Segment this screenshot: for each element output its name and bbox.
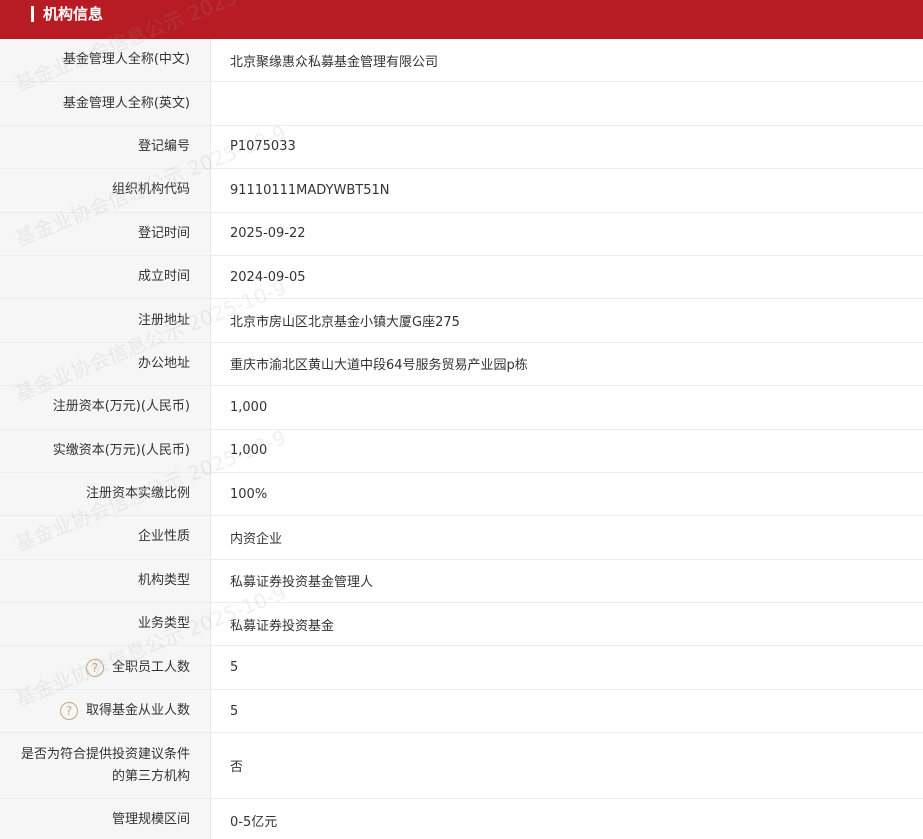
table-row: ? 取得基金从业人数 5: [0, 689, 923, 734]
row-label: 注册资本实缴比例: [0, 472, 211, 516]
row-label: 注册资本(万元)(人民币): [0, 386, 211, 429]
row-value: 1,000: [230, 443, 268, 459]
row-label-text: 全职员工人数: [111, 659, 190, 675]
row-label: 组织机构代码: [0, 169, 211, 212]
row-label: 实缴资本(万元)(人民币): [0, 429, 211, 472]
table-row: 注册资本(万元)(人民币) 1,000: [0, 386, 923, 430]
row-label-with-help: ? 全职员工人数: [0, 646, 211, 689]
row-value: 2024-09-05: [230, 269, 306, 285]
row-label: 办公地址: [0, 342, 211, 386]
table-row: 基金管理人全称(中文) 北京聚缘惠众私募基金管理有限公司: [0, 39, 923, 83]
row-value: 北京市房山区北京基金小镇大厦G座275: [230, 315, 460, 331]
row-label: 登记时间: [0, 212, 211, 255]
row-label: 成立时间: [0, 255, 211, 299]
row-value: 91110111MADYWBT51N: [230, 182, 390, 198]
table-row: ? 全职员工人数 5: [0, 646, 923, 690]
row-label-text: 取得基金从业人数: [85, 703, 190, 719]
question-circle-icon[interactable]: ?: [59, 702, 78, 721]
table-row: 实缴资本(万元)(人民币) 1,000: [0, 429, 923, 473]
row-value: 私募证券投资基金: [230, 618, 335, 634]
row-label: 管理规模区间: [0, 799, 211, 839]
row-value: 0-5亿元: [230, 814, 278, 830]
row-label: 基金管理人全称(英文): [0, 82, 211, 125]
question-circle-icon[interactable]: ?: [85, 658, 104, 677]
info-table: 基金管理人全称(中文) 北京聚缘惠众私募基金管理有限公司 基金管理人全称(英文)…: [0, 39, 923, 839]
row-value: 重庆市渝北区黄山大道中段64号服务贸易产业园p栋: [230, 358, 528, 374]
row-value: 5: [230, 660, 239, 676]
row-value: 5: [230, 703, 239, 719]
table-row: 机构类型 私募证券投资基金管理人: [0, 559, 923, 604]
row-label: 登记编号: [0, 125, 211, 169]
table-row: 注册资本实缴比例 100%: [0, 472, 923, 517]
row-value: 1,000: [230, 399, 268, 415]
table-row: 成立时间 2024-09-05: [0, 255, 923, 300]
row-label: 注册地址: [0, 299, 211, 342]
row-label: 业务类型: [0, 603, 211, 646]
row-value: 私募证券投资基金管理人: [230, 575, 374, 591]
row-value: 内资企业: [230, 531, 283, 547]
row-value: [211, 82, 923, 124]
row-value: 否: [230, 760, 244, 776]
table-row: 是否为符合提供投资建议条件的第三方机构 否: [0, 733, 923, 800]
table-row: 登记时间 2025-09-22: [0, 212, 923, 256]
row-value: 100%: [230, 486, 268, 502]
row-label-with-help: ? 取得基金从业人数: [0, 689, 211, 733]
table-row: 注册地址 北京市房山区北京基金小镇大厦G座275: [0, 299, 923, 343]
table-row: 办公地址 重庆市渝北区黄山大道中段64号服务贸易产业园p栋: [0, 342, 923, 387]
header-accent-bar: [31, 6, 34, 22]
row-value: 2025-09-22: [230, 226, 306, 242]
table-row: 企业性质 内资企业: [0, 516, 923, 560]
table-row: 业务类型 私募证券投资基金: [0, 603, 923, 647]
table-row: 组织机构代码 91110111MADYWBT51N: [0, 169, 923, 213]
section-title: 机构信息: [43, 5, 104, 23]
table-row: 管理规模区间 0-5亿元: [0, 799, 923, 839]
table-row: 登记编号 P1075033: [0, 125, 923, 170]
section-header: 机构信息: [0, 0, 923, 39]
row-label: 是否为符合提供投资建议条件的第三方机构: [0, 733, 211, 799]
row-label: 企业性质: [0, 516, 211, 559]
row-label: 机构类型: [0, 559, 211, 603]
table-row: 基金管理人全称(英文): [0, 82, 923, 126]
row-label: 基金管理人全称(中文): [0, 39, 211, 82]
row-value: 北京聚缘惠众私募基金管理有限公司: [230, 54, 439, 70]
row-value: P1075033: [230, 139, 296, 155]
